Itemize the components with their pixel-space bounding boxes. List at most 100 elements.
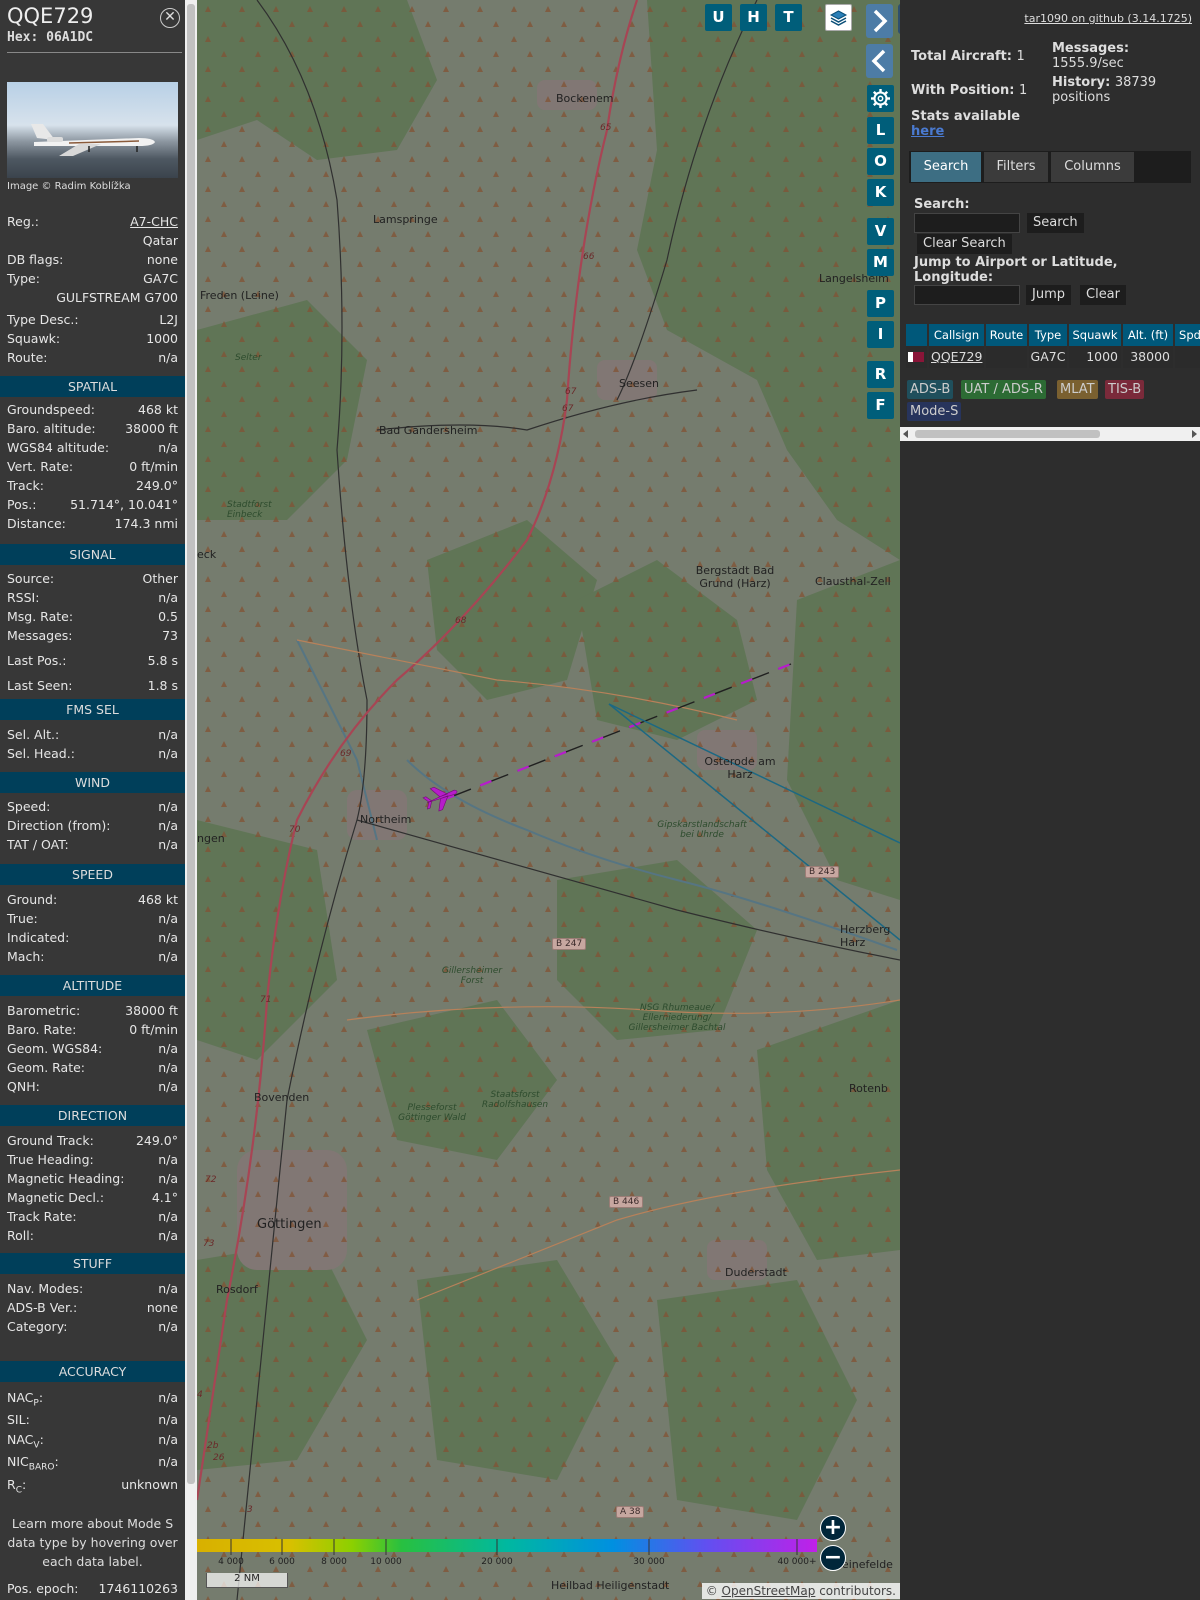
source-adsb[interactable]: ADS-B: [907, 380, 954, 399]
road-number: 26: [213, 1453, 225, 1463]
signal-label: Msg. Rate:: [7, 609, 74, 624]
toggle-t-button[interactable]: T: [775, 4, 802, 31]
toggle-v-button[interactable]: V: [867, 218, 894, 245]
row-speed[interactable]: [1175, 346, 1200, 368]
toggle-f-button[interactable]: F: [867, 392, 894, 419]
spatial-label: WGS84 altitude:: [7, 440, 110, 455]
toggle-k-button[interactable]: K: [867, 179, 894, 206]
col-squawk[interactable]: Squawk: [1069, 324, 1121, 346]
sil-value: n/a: [158, 1412, 178, 1427]
place-label: Plesseforst Göttinger Wald: [398, 1103, 466, 1123]
aircraft-photo[interactable]: [7, 82, 178, 178]
road-label: B 446: [609, 1196, 644, 1208]
jump-input[interactable]: [914, 285, 1020, 305]
section-speed: SPEED: [0, 864, 185, 885]
toggle-p-button[interactable]: P: [867, 290, 894, 317]
place-label: Northeim: [360, 813, 412, 826]
source-tisb[interactable]: TIS-B: [1105, 380, 1145, 399]
col-speed[interactable]: Spd: [1175, 324, 1200, 346]
col-flag[interactable]: [906, 324, 927, 346]
place-label: Staatsforst Radolfshausen: [481, 1090, 549, 1110]
altitude-row: Barometric: 38000 ft: [7, 1003, 178, 1020]
spatial-label: Vert. Rate:: [7, 459, 74, 474]
place-label: NSG Rhumeaue/ Ellerniederung/ Gillershei…: [628, 1003, 726, 1033]
collapse-sidebar-button[interactable]: [866, 44, 893, 78]
table-horizontal-scrollbar[interactable]: [900, 427, 1200, 441]
spatial-label: Distance:: [7, 516, 66, 531]
row-callsign[interactable]: QQE729: [929, 346, 984, 368]
spatial-label: Baro. altitude:: [7, 421, 96, 436]
toggle-m-button[interactable]: M: [867, 249, 894, 276]
altitude-tick-label: 10 000: [370, 1557, 402, 1567]
scrollbar-thumb[interactable]: [187, 4, 195, 1484]
toggle-r-button[interactable]: R: [867, 361, 894, 388]
close-icon[interactable]: ✕: [160, 8, 180, 28]
stats-link[interactable]: here: [911, 124, 944, 139]
toggle-h-button[interactable]: H: [740, 4, 767, 31]
scale-bar: 2 NM: [206, 1573, 288, 1588]
row-type[interactable]: GA7C: [1029, 346, 1067, 368]
chevron-right-icon: [873, 9, 888, 33]
tab-search[interactable]: Search: [911, 152, 981, 182]
info-panel-scrollbar[interactable]: [185, 0, 197, 1600]
col-route[interactable]: Route: [986, 324, 1027, 346]
row-flag[interactable]: [906, 346, 927, 368]
row-altitude[interactable]: 38000: [1123, 346, 1173, 368]
clear-search-button[interactable]: Clear Search: [917, 234, 1012, 254]
scrollbar-thumb[interactable]: [915, 430, 1100, 438]
spatial-value: 51.714°, 10.041°: [70, 497, 178, 512]
altitude-row: QNH: n/a: [7, 1079, 178, 1096]
acc-sil: SIL: n/a: [7, 1412, 178, 1429]
place-label: eck: [197, 548, 217, 561]
altitude-label: Baro. Rate:: [7, 1022, 77, 1037]
spatial-row: Baro. altitude: 38000 ft: [7, 421, 178, 438]
direction-row: Roll: n/a: [7, 1228, 178, 1245]
qatar-flag-icon: [908, 352, 924, 362]
source-modes[interactable]: Mode-S: [907, 402, 962, 421]
osm-link[interactable]: OpenStreetMap: [722, 1584, 816, 1598]
road-number: 67: [562, 404, 574, 414]
typedesc-value: L2J: [159, 312, 178, 327]
route-label: Route:: [7, 350, 48, 365]
search-input[interactable]: [914, 213, 1020, 233]
signal-label: RSSI:: [7, 590, 40, 605]
sidebar: tar1090 on github (3.14.1725) Total Airc…: [900, 0, 1200, 1600]
registration-link[interactable]: A7-CHC: [130, 214, 178, 229]
toggle-u-button[interactable]: U: [705, 4, 732, 31]
col-altitude[interactable]: Alt. (ft): [1123, 324, 1173, 346]
toggle-i-button[interactable]: I: [867, 321, 894, 348]
fms-label: Sel. Head.:: [7, 746, 75, 761]
direction-row: Magnetic Decl.: 4.1°: [7, 1190, 178, 1207]
direction-label: Track Rate:: [7, 1209, 77, 1224]
col-callsign[interactable]: Callsign: [929, 324, 984, 346]
layers-button[interactable]: [825, 4, 852, 31]
col-type[interactable]: Type: [1029, 324, 1067, 346]
zoom-out-button[interactable]: −: [820, 1545, 846, 1571]
altitude-label: Barometric:: [7, 1003, 81, 1018]
row-squawk[interactable]: 1000: [1069, 346, 1121, 368]
search-button[interactable]: Search: [1027, 213, 1084, 233]
version-link[interactable]: tar1090 on github (3.14.1725): [1024, 12, 1192, 25]
road-number: 2b: [207, 1441, 219, 1451]
toggle-o-button[interactable]: O: [867, 148, 894, 175]
place-label: Bockenem: [556, 92, 614, 105]
row-route[interactable]: [986, 346, 1027, 368]
zoom-in-button[interactable]: +: [820, 1515, 846, 1541]
gear-icon: [871, 89, 890, 108]
fms-value: n/a: [158, 746, 178, 761]
expand-sidebar-button[interactable]: [866, 4, 893, 38]
stuff-label: Nav. Modes:: [7, 1281, 84, 1296]
source-uat[interactable]: UAT / ADS-R: [961, 380, 1046, 399]
clear-button[interactable]: Clear: [1080, 285, 1126, 305]
source-mlat[interactable]: MLAT: [1057, 380, 1098, 399]
toggle-l-button[interactable]: L: [867, 117, 894, 144]
aircraft-photo-jet: [31, 124, 155, 156]
settings-button[interactable]: [867, 85, 894, 112]
info-type-name: GULFSTREAM G700: [7, 290, 178, 307]
fms-label: Sel. Alt.:: [7, 727, 60, 742]
jump-button[interactable]: Jump: [1026, 285, 1071, 305]
map-view[interactable]: Bockenem Lamspringe Freden (Leine) Selte…: [197, 0, 900, 1600]
place-label: Bergstadt Bad Grund (Harz): [695, 564, 775, 590]
tab-filters[interactable]: Filters: [984, 152, 1048, 182]
tab-columns[interactable]: Columns: [1051, 152, 1134, 182]
